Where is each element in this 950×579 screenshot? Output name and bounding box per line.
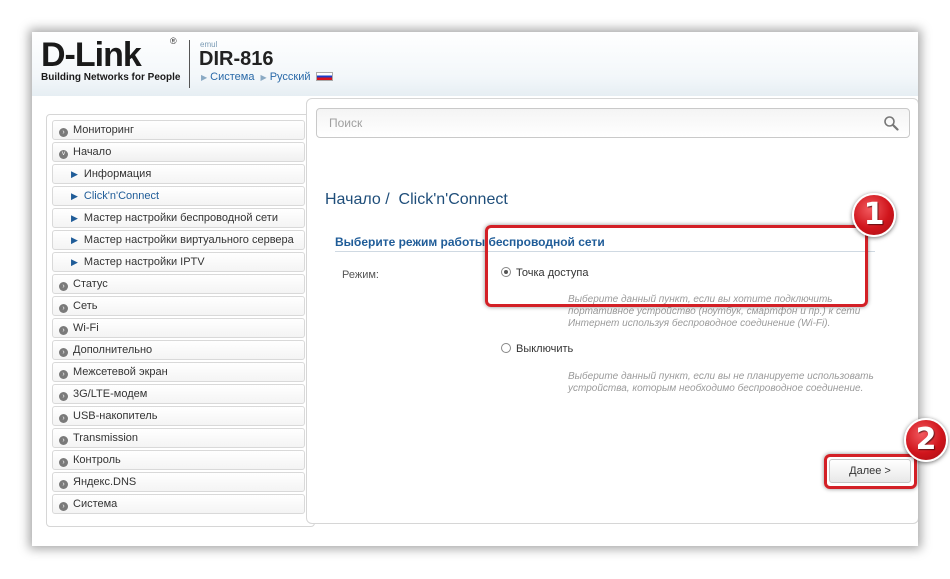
sidebar-item-label: Мастер настройки IPTV	[83, 256, 205, 268]
radio-disable[interactable]: Выключить	[501, 343, 573, 355]
chevron-right-icon: ›	[59, 304, 68, 313]
sidebar-item-label: Transmission	[73, 432, 138, 444]
triangle-right-icon: ▶	[71, 169, 78, 179]
search-input[interactable]	[317, 109, 857, 137]
triangle-right-icon: ▶	[201, 73, 208, 82]
sidebar-item-label: Сеть	[73, 300, 98, 312]
radio-disable-label: Выключить	[516, 343, 574, 355]
disable-description: Выберите данный пункт, если вы не планир…	[568, 371, 874, 395]
chevron-right-icon: ›	[59, 480, 68, 489]
chevron-right-icon: ›	[59, 128, 68, 137]
breadcrumb-current: Click'n'Connect	[398, 191, 508, 208]
sidebar-item-label: USB-накопитель	[73, 410, 158, 422]
sidebar-item-yandex-dns[interactable]: › Яндекс.DNS	[52, 472, 305, 492]
chevron-right-icon: ›	[59, 370, 68, 379]
sidebar-item-label: 3G/LTE-модем	[73, 388, 148, 400]
sidebar-item-usb-storage[interactable]: › USB-накопитель	[52, 406, 305, 426]
sidebar-item-label: Информация	[83, 168, 152, 180]
sidebar: › Мониторинг ˅ Начало ▶ Информация ▶ Click'n…	[46, 114, 315, 527]
header: D-Link ® Building Networks for People em…	[32, 32, 918, 96]
sidebar-subitem-info[interactable]: ▶ Информация	[52, 164, 305, 184]
search-icon[interactable]	[883, 115, 899, 131]
chevron-right-icon: ›	[59, 502, 68, 511]
breadcrumb-parent: Начало /	[325, 191, 390, 208]
russian-flag-icon[interactable]	[315, 72, 333, 81]
sidebar-item-label: Статус	[73, 278, 108, 290]
sidebar-item-label: Wi-Fi	[73, 322, 99, 334]
sidebar-subitem-iptv-wizard[interactable]: ▶ Мастер настройки IPTV	[52, 252, 305, 272]
chevron-right-icon: ›	[59, 348, 68, 357]
description-line: Выберите данный пункт, если вы не планир…	[568, 371, 874, 382]
triangle-right-icon: ▶	[71, 235, 78, 245]
chevron-right-icon: ›	[59, 392, 68, 401]
chevron-right-icon: ›	[59, 414, 68, 423]
sidebar-item-wifi[interactable]: › Wi-Fi	[52, 318, 305, 338]
sidebar-item-3g-lte-modem[interactable]: › 3G/LTE-модем	[52, 384, 305, 404]
mode-label: Режим:	[342, 269, 379, 281]
header-divider	[189, 40, 190, 88]
sidebar-item-start[interactable]: ˅ Начало	[52, 142, 305, 162]
highlight-box-access-point	[485, 225, 868, 307]
sidebar-item-system[interactable]: › Система	[52, 494, 305, 514]
description-line: портативное устройство (ноутбук, смартфо…	[568, 306, 861, 317]
logo-tagline: Building Networks for People	[41, 72, 181, 83]
sidebar-item-control[interactable]: › Контроль	[52, 450, 305, 470]
crumb-system-link[interactable]: Система	[210, 71, 254, 83]
header-crumb: ▶ Система ▶ Русский	[201, 71, 333, 83]
sidebar-item-label: Мастер настройки беспроводной сети	[83, 212, 278, 224]
sidebar-item-label: Мастер настройки виртуального сервера	[83, 234, 294, 246]
sidebar-item-label: Яндекс.DNS	[73, 476, 137, 488]
sidebar-item-network[interactable]: › Сеть	[52, 296, 305, 316]
sidebar-item-label: Дополнительно	[73, 344, 153, 356]
step-marker-2: 2	[904, 418, 948, 462]
sidebar-item-firewall[interactable]: › Межсетевой экран	[52, 362, 305, 382]
chevron-right-icon: ›	[59, 282, 68, 291]
crumb-language-link[interactable]: Русский	[270, 71, 311, 83]
sidebar-subitem-virtual-server-wizard[interactable]: ▶ Мастер настройки виртуального сервера	[52, 230, 305, 250]
triangle-right-icon: ▶	[71, 191, 78, 201]
sidebar-item-label: Click'n'Connect	[83, 190, 160, 202]
sidebar-item-label: Система	[73, 498, 118, 510]
page-title: Начало / Click'n'Connect	[325, 191, 508, 209]
sidebar-item-label: Мониторинг	[73, 124, 135, 136]
chevron-right-icon: ›	[59, 436, 68, 445]
search-box	[316, 108, 910, 138]
sidebar-item-advanced[interactable]: › Дополнительно	[52, 340, 305, 360]
highlight-box-next	[824, 454, 917, 489]
sidebar-item-label: Контроль	[73, 454, 121, 466]
sidebar-item-label: Межсетевой экран	[73, 366, 168, 378]
chevron-right-icon: ›	[59, 326, 68, 335]
sidebar-subitem-clicknconnect[interactable]: ▶ Click'n'Connect	[52, 186, 305, 206]
dlink-logo: D-Link	[41, 36, 142, 74]
triangle-right-icon: ▶	[71, 257, 78, 267]
sidebar-item-label: Начало	[73, 146, 112, 158]
registered-mark: ®	[170, 36, 177, 46]
radio-button-unchecked[interactable]	[501, 343, 511, 353]
triangle-right-icon: ▶	[71, 213, 78, 223]
chevron-down-icon: ˅	[59, 150, 68, 159]
sidebar-item-transmission[interactable]: › Transmission	[52, 428, 305, 448]
description-line: Интернет используя беспроводное соединен…	[568, 318, 831, 329]
model-name: DIR-816	[199, 48, 274, 70]
sidebar-item-status[interactable]: › Статус	[52, 274, 305, 294]
sidebar-item-monitoring[interactable]: › Мониторинг	[52, 120, 305, 140]
triangle-right-icon: ▶	[260, 73, 267, 82]
chevron-right-icon: ›	[59, 458, 68, 467]
sidebar-subitem-wireless-wizard[interactable]: ▶ Мастер настройки беспроводной сети	[52, 208, 305, 228]
step-marker-1: 1	[852, 193, 896, 237]
description-line: устройства, которым необходимо беспровод…	[568, 383, 864, 394]
